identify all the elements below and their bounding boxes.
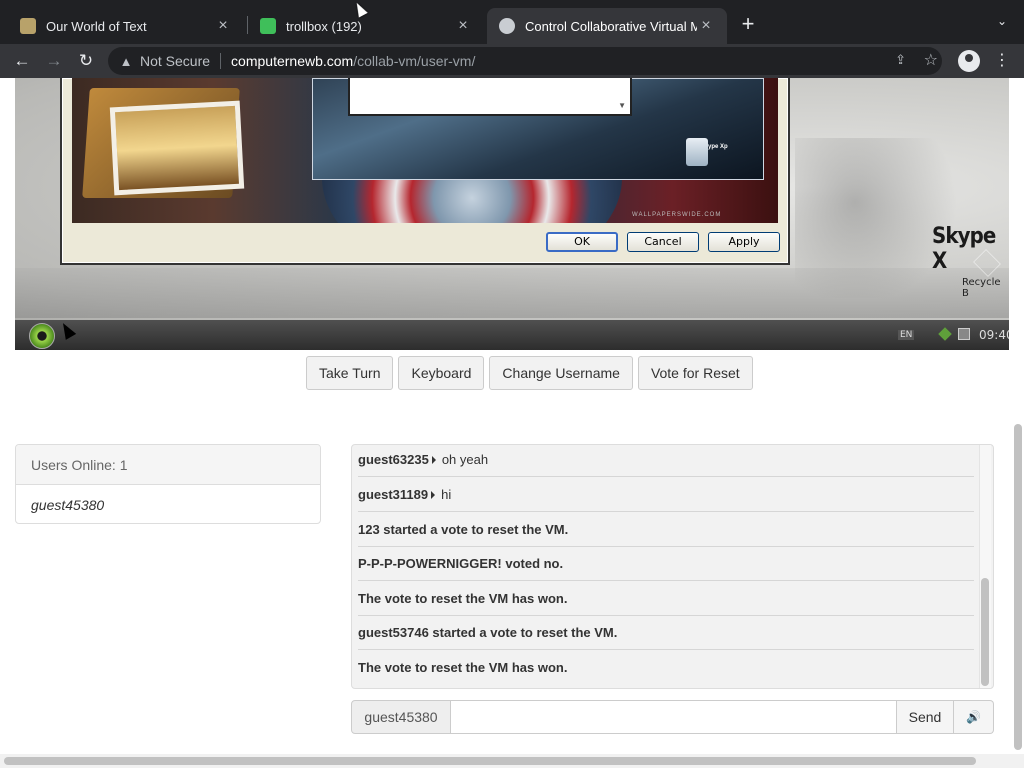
chat-text: 123 started a vote to reset the VM. <box>358 522 569 537</box>
caret-icon <box>431 491 436 499</box>
tab-our-world-of-text[interactable]: Our World of Text × <box>8 8 244 44</box>
page-content: ▼ ype Xp WALLPAPERSWIDE.COM OK Cancel Ap… <box>0 78 1024 768</box>
preview-icon-label: ype Xp <box>708 144 728 150</box>
chat-username-label: guest45380 <box>351 700 451 734</box>
chat-scrollbar-thumb[interactable] <box>981 578 989 686</box>
send-button[interactable]: Send <box>896 700 954 734</box>
chat-username: guest31189 <box>358 487 429 502</box>
collab-vm-favicon-icon <box>499 18 515 34</box>
trollbox-favicon-icon <box>260 18 276 34</box>
vm-controls: Take Turn Keyboard Change Username Vote … <box>306 356 753 390</box>
address-bar[interactable]: ▲ Not Secure computernewb.com/collab-vm/… <box>108 47 942 75</box>
users-online-panel: Users Online: 1 guest45380 <box>15 444 321 524</box>
chat-panel[interactable]: guest63235 oh yeah guest31189 hi 123 start… <box>351 444 994 689</box>
profile-avatar-icon[interactable] <box>958 50 980 72</box>
wallpaper-watermark: WALLPAPERSWIDE.COM <box>632 212 722 218</box>
reload-icon[interactable]: ↻ <box>74 49 98 73</box>
new-tab-button[interactable]: + <box>736 12 760 36</box>
take-turn-button[interactable]: Take Turn <box>306 356 394 390</box>
forward-arrow-icon[interactable]: → <box>42 49 66 73</box>
chat-text: guest53746 started a vote to reset the V… <box>358 625 618 640</box>
tab-title: Control Collaborative Virtual M <box>525 18 697 34</box>
page-scroll-thumb[interactable] <box>1014 424 1022 750</box>
chat-text: The vote to reset the VM has won. <box>358 660 568 675</box>
chat-system-message: guest53746 started a vote to reset the V… <box>358 616 974 650</box>
users-online-heading: Users Online: 1 <box>16 445 320 485</box>
page-vertical-scrollbar[interactable] <box>1012 78 1024 754</box>
chat-text: hi <box>441 487 452 502</box>
vm-taskbar: EN 09:40 <box>15 320 1009 350</box>
online-user[interactable]: guest45380 <box>16 485 320 523</box>
chat-system-message: 123 started a vote to reset the VM. <box>358 513 974 547</box>
chat-system-message: P-P-P-POWERNIGGER! voted no. <box>358 547 974 581</box>
chat-input[interactable] <box>451 700 896 734</box>
wallpaper-texture <box>15 268 1009 318</box>
apply-button[interactable]: Apply <box>708 232 780 252</box>
tray-device-icon[interactable] <box>958 328 970 340</box>
tab-search-button[interactable]: ⌄ <box>992 14 1012 34</box>
world-favicon-icon <box>20 18 36 34</box>
volume-icon[interactable]: 🔊 <box>954 700 994 734</box>
tab-title: trollbox (192) <box>286 18 362 34</box>
share-icon[interactable]: ⇪ <box>895 52 906 68</box>
tab-strip: Our World of Text × trollbox (192) × Con… <box>0 0 1024 44</box>
recycle-bin-icon <box>686 138 708 166</box>
chat-text: oh yeah <box>441 452 489 467</box>
vm-display[interactable]: ▼ ype Xp WALLPAPERSWIDE.COM OK Cancel Ap… <box>15 78 1009 350</box>
page-horizontal-scrollbar[interactable] <box>0 754 1024 768</box>
cancel-button[interactable]: Cancel <box>627 232 699 252</box>
browser-menu-icon[interactable]: ⋮ <box>994 50 1010 72</box>
warning-icon: ▲ <box>119 53 133 69</box>
chat-username: guest63235 <box>358 452 429 467</box>
chat-input-group: guest45380 Send 🔊 <box>351 700 994 734</box>
chat-message: guest31189 hi <box>358 478 974 512</box>
page-hscroll-thumb[interactable] <box>4 757 976 765</box>
omnibox-separator <box>220 53 222 69</box>
start-orb-icon[interactable] <box>29 323 55 349</box>
bookmark-star-icon[interactable]: ☆ <box>924 50 938 70</box>
close-icon[interactable]: × <box>454 17 472 35</box>
back-arrow-icon[interactable]: ← <box>10 49 34 73</box>
language-indicator[interactable]: EN <box>898 330 915 340</box>
tab-title: Our World of Text <box>46 18 147 34</box>
browser-toolbar: ← → ↻ ▲ Not Secure computernewb.com/coll… <box>0 44 1024 78</box>
vote-reset-button[interactable]: Vote for Reset <box>637 356 753 390</box>
keyboard-button[interactable]: Keyboard <box>398 356 485 390</box>
chat-text: P-P-P-POWERNIGGER! voted no. <box>358 556 564 571</box>
desktop-preview: ▼ ype Xp WALLPAPERSWIDE.COM <box>72 78 778 223</box>
preview-listbox: ▼ <box>348 78 632 116</box>
change-username-button[interactable]: Change Username <box>489 356 633 390</box>
chat-text: The vote to reset the VM has won. <box>358 591 568 606</box>
tab-collab-vm[interactable]: Control Collaborative Virtual M × <box>487 8 727 44</box>
desktop-icon-label[interactable]: Recycle B <box>962 277 1009 299</box>
chat-system-message: The vote to reset the VM has won. <box>358 582 974 616</box>
close-icon[interactable]: × <box>214 17 232 35</box>
display-properties-dialog[interactable]: ▼ ype Xp WALLPAPERSWIDE.COM OK Cancel Ap… <box>60 78 790 265</box>
close-icon[interactable]: × <box>697 17 715 35</box>
caret-icon <box>431 456 436 464</box>
security-label: Not Secure <box>140 53 211 69</box>
photo-image <box>109 100 245 196</box>
scroll-down-icon: ▼ <box>618 101 626 110</box>
taskbar-clock[interactable]: 09:40 <box>979 328 1009 342</box>
url-host: computernewb.com <box>231 53 354 69</box>
url-path: /collab-vm/user-vm/ <box>353 53 476 69</box>
chat-system-message: The vote to reset the VM has won. <box>358 651 974 685</box>
tray-network-icon[interactable] <box>938 327 952 341</box>
ok-button[interactable]: OK <box>546 232 618 252</box>
chat-message: guest63235 oh yeah <box>358 445 974 477</box>
